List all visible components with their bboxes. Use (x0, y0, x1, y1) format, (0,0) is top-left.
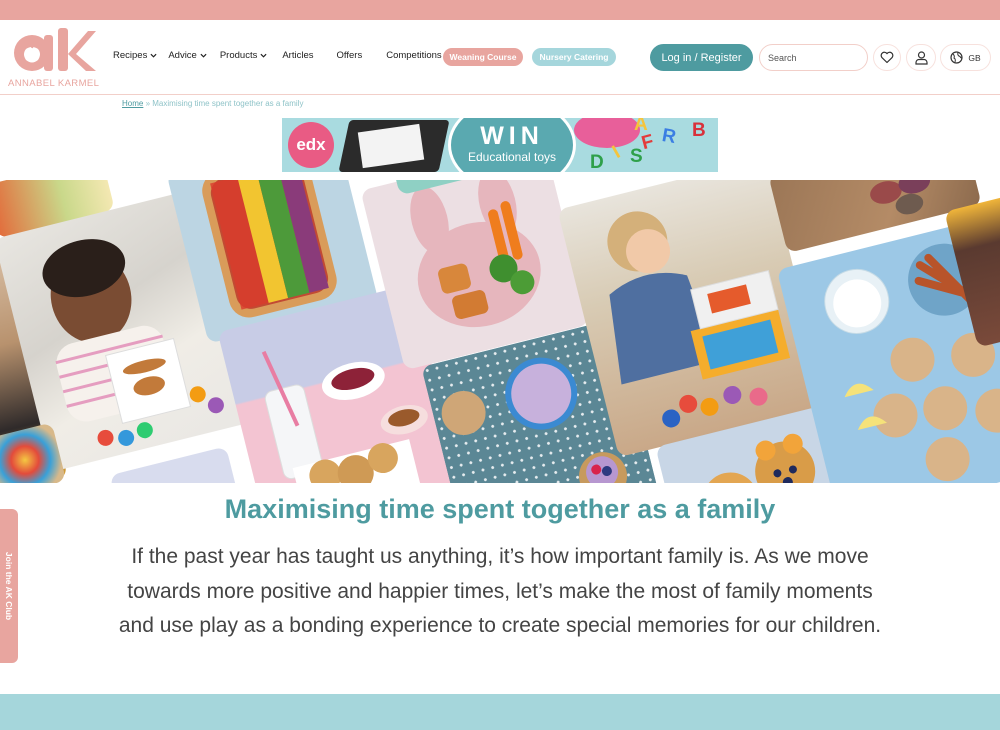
search-input[interactable] (759, 44, 868, 71)
join-ak-club-label: Join the AK Club (4, 551, 14, 621)
nav-competitions-label: Competitions (386, 50, 442, 61)
main-nav: Recipes Advice Products Articles Offers … (113, 50, 442, 61)
letter-toy: S (630, 146, 643, 167)
breadcrumb-current: Maximising time spent together as a fami… (152, 99, 304, 108)
nav-advice[interactable]: Advice (168, 50, 207, 61)
breadcrumb-home-link[interactable]: Home (122, 99, 143, 108)
site-header: ANNABEL KARMEL Recipes Advice Products A… (0, 20, 1000, 95)
banner-subline: Educational toys (467, 150, 557, 164)
nav-products[interactable]: Products (220, 50, 268, 61)
hero-collage (0, 180, 1000, 483)
nav-competitions[interactable]: Competitions (386, 50, 441, 61)
nav-offers[interactable]: Offers (337, 50, 363, 61)
letter-toy: R (660, 124, 678, 149)
banner-headline: WIN (480, 122, 544, 150)
user-icon (914, 50, 928, 65)
breadcrumb: Home » Maximising time spent together as… (122, 99, 303, 108)
nav-offers-label: Offers (336, 50, 363, 61)
top-strip (0, 0, 1000, 20)
region-selector[interactable]: GB (940, 44, 991, 71)
competition-banner[interactable]: edx WIN Educational toys A F R B S D I (282, 118, 718, 172)
site-logo[interactable]: ANNABEL KARMEL (8, 26, 100, 90)
nav-products-label: Products (219, 50, 258, 61)
ak-logo-icon (14, 28, 96, 71)
nav-articles-label: Articles (282, 50, 314, 61)
edx-logo: edx (288, 122, 334, 168)
chevron-down-icon (150, 53, 157, 58)
account-button[interactable] (906, 44, 936, 71)
wishlist-button[interactable] (873, 44, 901, 71)
globe-icon (950, 51, 963, 64)
article-intro: If the past year has taught us anything,… (118, 545, 882, 637)
nav-articles[interactable]: Articles (282, 50, 313, 61)
footer-band (0, 694, 1000, 730)
letter-toy: D (590, 152, 604, 172)
weaning-course-button[interactable]: Weaning Course (443, 48, 523, 66)
chevron-down-icon (260, 53, 267, 58)
letter-toy: I (608, 142, 624, 163)
region-label: GB (968, 52, 981, 63)
letter-toy: B (692, 120, 706, 141)
article-title: Maximising time spent together as a fami… (224, 494, 776, 524)
letter-toys-image: A F R B S D I (582, 118, 718, 172)
login-register-button[interactable]: Log in / Register (650, 44, 753, 71)
nav-advice-label: Advice (168, 50, 197, 61)
nav-recipes-label: Recipes (113, 50, 148, 61)
join-ak-club-tab[interactable]: Join the AK Club (0, 509, 18, 663)
logo-text: ANNABEL KARMEL (8, 78, 100, 89)
breadcrumb-separator: » (145, 99, 151, 108)
heart-icon (880, 51, 894, 64)
chevron-down-icon (200, 53, 207, 58)
nursery-catering-button[interactable]: Nursery Catering (532, 48, 616, 66)
nav-recipes[interactable]: Recipes (113, 50, 157, 61)
